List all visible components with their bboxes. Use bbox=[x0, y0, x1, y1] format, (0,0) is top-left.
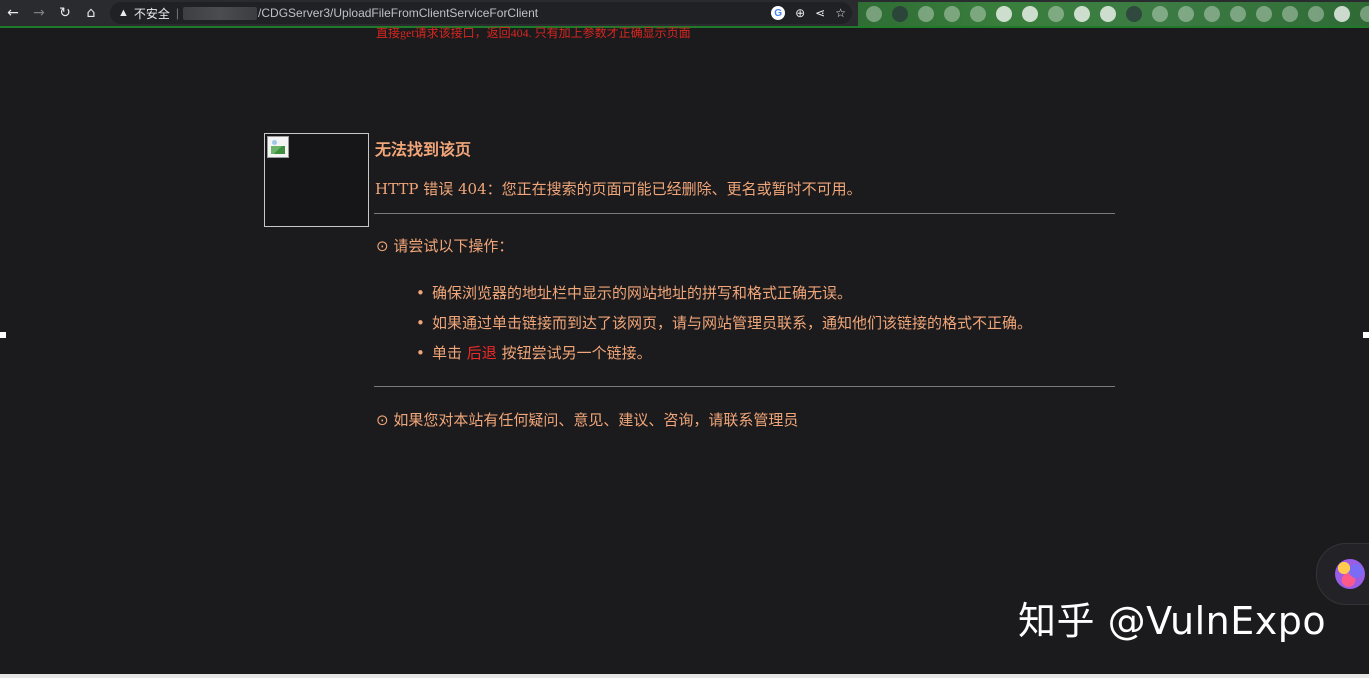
divider bbox=[374, 213, 1115, 214]
zoom-icon[interactable]: ⊕ bbox=[795, 6, 805, 20]
extension-icon[interactable] bbox=[1204, 6, 1220, 22]
divider bbox=[374, 386, 1115, 387]
extension-icon[interactable] bbox=[1074, 6, 1090, 22]
resize-handle[interactable] bbox=[1363, 332, 1369, 338]
url-path: /CDGServer3/UploadFileFromClientServiceF… bbox=[258, 6, 539, 20]
back-item-prefix: 单击 bbox=[432, 344, 467, 362]
share-icon[interactable]: ⋖ bbox=[815, 6, 825, 20]
try-heading: ⊙ 请尝试以下操作： bbox=[376, 237, 514, 255]
bookmark-star-icon[interactable]: ☆ bbox=[835, 6, 846, 20]
extension-icon[interactable] bbox=[1048, 6, 1064, 22]
google-icon[interactable]: G bbox=[771, 6, 786, 20]
forward-arrow-icon[interactable]: → bbox=[26, 1, 52, 25]
warning-icon: ▲ bbox=[118, 7, 129, 19]
list-item: 如果通过单击链接而到达了该网页，请与网站管理员联系，通知他们该链接的格式不正确。 bbox=[416, 313, 1032, 343]
extension-icon[interactable] bbox=[1282, 6, 1298, 22]
brain-icon bbox=[1335, 559, 1365, 589]
extension-icon[interactable] bbox=[944, 6, 960, 22]
extension-icon[interactable] bbox=[996, 6, 1012, 22]
security-label: 不安全 bbox=[133, 6, 170, 21]
reload-icon[interactable]: ↻ bbox=[52, 1, 78, 25]
back-item-suffix: 按钮尝试另一个链接。 bbox=[496, 344, 652, 362]
extension-icon[interactable] bbox=[1022, 6, 1038, 22]
bottom-edge bbox=[0, 674, 1369, 678]
redacted-host bbox=[183, 6, 258, 20]
contact-text: ⊙ 如果您对本站有任何疑问、意见、建议、咨询，请联系管理员 bbox=[376, 411, 799, 429]
extension-icon[interactable] bbox=[1178, 6, 1194, 22]
extension-icon[interactable] bbox=[1152, 6, 1168, 22]
extension-icon[interactable] bbox=[1100, 6, 1116, 22]
omnibox-actions: G ⊕ ⋖ ☆ bbox=[771, 2, 846, 24]
extension-icon[interactable] bbox=[1308, 6, 1324, 22]
extension-icon[interactable] bbox=[892, 6, 908, 22]
extension-icon[interactable] bbox=[918, 6, 934, 22]
broken-image-placeholder bbox=[264, 133, 369, 227]
back-arrow-icon[interactable]: ← bbox=[0, 1, 26, 25]
broken-image-icon bbox=[267, 136, 289, 158]
extension-icon[interactable] bbox=[1230, 6, 1246, 22]
extension-icon[interactable] bbox=[1126, 6, 1142, 22]
extension-icon[interactable] bbox=[1360, 6, 1369, 22]
address-separator: | bbox=[175, 6, 180, 20]
extension-icon[interactable] bbox=[866, 6, 882, 22]
error-subtitle: HTTP 错误 404：您正在搜索的页面可能已经删除、更名或暂时不可用。 bbox=[375, 180, 862, 198]
watermark: 知乎 @VulnExpo bbox=[1018, 599, 1327, 643]
home-icon[interactable]: ⌂ bbox=[78, 1, 104, 25]
extension-icon[interactable] bbox=[1334, 6, 1350, 22]
annotation-text: 直接get请求该接口，返回404. 只有加上参数才正确显示页面 bbox=[376, 26, 691, 40]
resize-handle[interactable] bbox=[0, 332, 6, 338]
back-link[interactable]: 后退 bbox=[467, 344, 497, 362]
extensions-bar bbox=[858, 2, 1369, 26]
page-title: 无法找到该页 bbox=[375, 140, 472, 159]
extension-icon[interactable] bbox=[1256, 6, 1272, 22]
suggestion-list: 确保浏览器的地址栏中显示的网站地址的拼写和格式正确无误。 如果通过单击链接而到达… bbox=[416, 283, 1032, 373]
list-item: 单击 后退 按钮尝试另一个链接。 bbox=[416, 343, 1032, 373]
list-item: 确保浏览器的地址栏中显示的网站地址的拼写和格式正确无误。 bbox=[416, 283, 1032, 313]
extension-icon[interactable] bbox=[970, 6, 986, 22]
address-bar[interactable]: ▲ 不安全 | /CDGServer3/UploadFileFromClient… bbox=[110, 2, 852, 24]
